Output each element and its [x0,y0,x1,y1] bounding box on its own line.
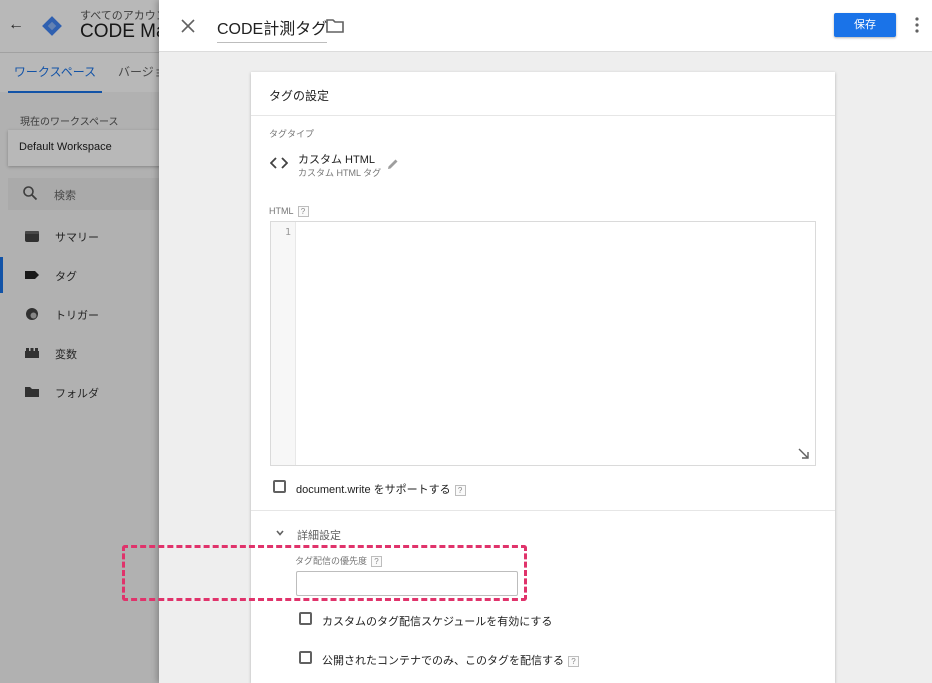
code-icon [270,157,288,169]
section-divider [251,510,835,511]
save-button[interactable]: 保存 [834,13,896,37]
tag-type-name: カスタム HTML [298,154,375,166]
chevron-down-icon [276,530,284,536]
custom-schedule-checkbox[interactable] [299,612,312,625]
tag-type-label: タグタイプ [269,129,315,139]
panel-header: CODE計測タグ 保存 [159,0,932,52]
advanced-settings-label: 詳細設定 [297,530,341,542]
published-only-label-text: 公開されたコンテナでのみ、このタグを配信する [322,655,564,667]
card-header: タグの設定 [251,72,835,116]
tag-type-selector[interactable]: カスタム HTML カスタム HTML タグ [263,146,563,182]
close-icon[interactable] [177,15,199,37]
folder-icon[interactable] [325,17,345,35]
tag-configuration-card: タグの設定 タグタイプ カスタム HTML カスタム HTML タグ HTML?… [251,72,835,683]
more-vert-icon[interactable] [909,14,925,36]
tag-name-input[interactable]: CODE計測タグ [217,15,328,43]
document-write-checkbox[interactable] [273,480,286,493]
help-icon[interactable]: ? [568,655,579,667]
pencil-icon[interactable] [387,158,399,170]
document-write-label-text: document.write をサポートする [296,484,451,496]
priority-input[interactable] [296,571,518,596]
priority-label: タグ配信の優先度? [295,554,383,568]
published-only-checkbox[interactable] [299,651,312,664]
published-only-label: 公開されたコンテナでのみ、このタグを配信する? [322,652,579,668]
line-number: 1 [284,227,291,238]
tag-editor-panel: CODE計測タグ 保存 タグの設定 タグタイプ カスタム HTML カスタム H… [159,0,932,683]
priority-label-text: タグ配信の優先度 [295,556,368,566]
card-title: タグの設定 [269,89,330,103]
html-code-editor[interactable]: 1 [270,221,816,466]
help-icon[interactable]: ? [371,556,383,568]
line-number-gutter: 1 [271,222,296,465]
resize-handle-icon[interactable] [798,448,809,459]
html-label-text: HTML [269,206,294,216]
tag-type-subtitle: カスタム HTML タグ [298,168,382,178]
html-label: HTML? [269,206,309,218]
help-icon[interactable]: ? [297,206,309,218]
custom-schedule-label: カスタムのタグ配信スケジュールを有効にする [322,616,553,628]
help-icon[interactable]: ? [454,484,466,496]
document-write-label: document.write をサポートする? [296,481,466,497]
